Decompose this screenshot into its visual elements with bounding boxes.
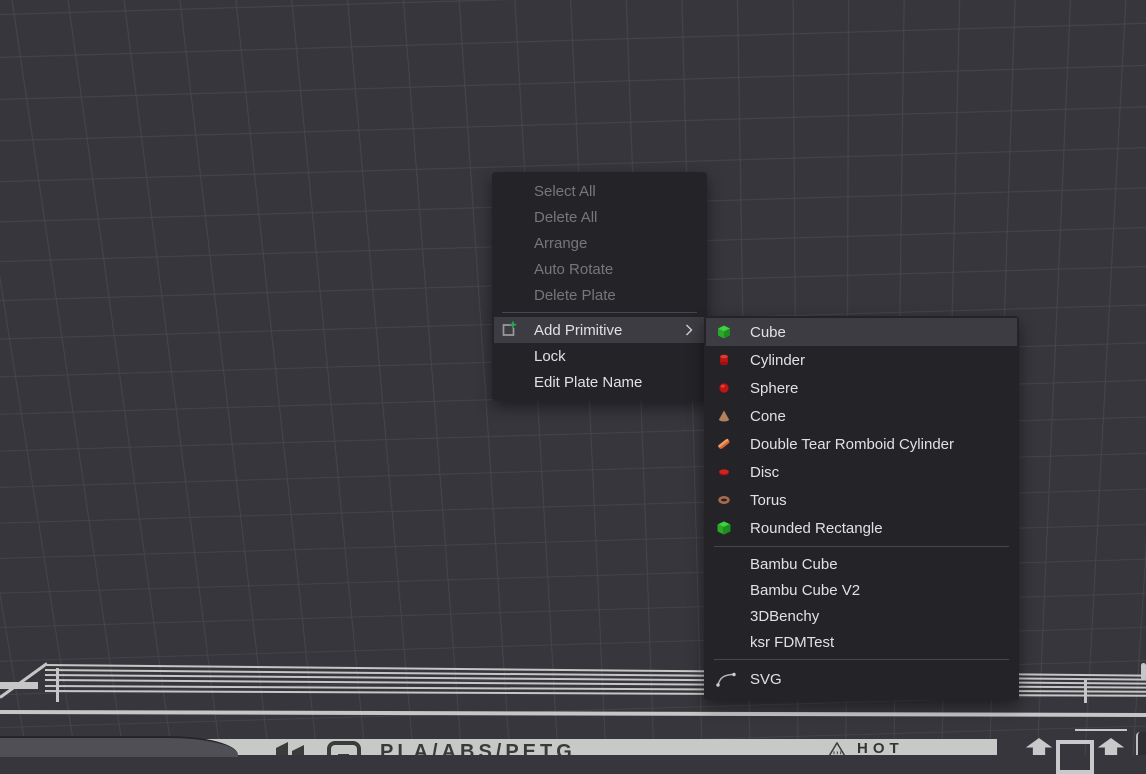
- submenu-separator: [714, 659, 1009, 660]
- submenu-item-rounded-rectangle[interactable]: Rounded Rectangle: [704, 514, 1019, 542]
- plate-material-label: PLA/ABS/PETG: [380, 742, 576, 755]
- submenu-item-ksr-fdmtest[interactable]: ksr FDMTest: [704, 629, 1019, 655]
- submenu-item-3dbenchy[interactable]: 3DBenchy: [704, 603, 1019, 629]
- plate-edge-left-stub: [0, 682, 38, 689]
- plate-edge-tick: [56, 668, 59, 702]
- hot-warning-icon: [825, 741, 849, 755]
- submenu-item-label: Double Tear Romboid Cylinder: [750, 436, 954, 453]
- menu-item-delete-plate[interactable]: Delete Plate: [492, 282, 707, 308]
- plate-label-strip: PLA/ABS/PETG HOT: [205, 739, 997, 755]
- cone-icon: [717, 409, 731, 423]
- submenu-item-double-tear-romboid-cylinder[interactable]: Double Tear Romboid Cylinder: [704, 430, 1019, 458]
- plate-badge-icon: [327, 741, 361, 755]
- submenu-item-label: Sphere: [750, 380, 798, 397]
- submenu-item-label: Rounded Rectangle: [750, 520, 883, 537]
- menu-item-delete-all[interactable]: Delete All: [492, 204, 707, 230]
- add-primitive-icon: [498, 320, 518, 340]
- arrow-up-icon: [1024, 738, 1054, 755]
- menu-item-auto-rotate[interactable]: Auto Rotate: [492, 256, 707, 282]
- plate-edge-right-cap: [1141, 663, 1146, 680]
- menu-item-select-all[interactable]: Select All: [492, 178, 707, 204]
- submenu-item-torus[interactable]: Torus: [704, 486, 1019, 514]
- submenu-item-disc[interactable]: Disc: [704, 458, 1019, 486]
- menu-item-label: Delete All: [534, 209, 597, 226]
- submenu-item-svg[interactable]: SVG: [704, 664, 1019, 694]
- menu-item-lock[interactable]: Lock: [492, 343, 707, 369]
- submenu-item-bambu-cube[interactable]: Bambu Cube: [704, 551, 1019, 577]
- bambu-logo-icon: [275, 741, 305, 755]
- hot-label: HOT: [857, 741, 904, 755]
- add-primitive-submenu: Cube Cylinder Sphere Cone Double Tear R: [704, 316, 1019, 700]
- submenu-item-label: Cylinder: [750, 352, 805, 369]
- sphere-icon: [717, 381, 731, 395]
- double-tear-romboid-cylinder-icon: [717, 437, 731, 451]
- torus-icon: [717, 493, 731, 507]
- submenu-item-cone[interactable]: Cone: [704, 402, 1019, 430]
- submenu-item-label: Torus: [750, 492, 787, 509]
- menu-item-label: Delete Plate: [534, 287, 616, 304]
- menu-item-add-primitive[interactable]: Add Primitive: [494, 317, 705, 343]
- menu-item-label: Arrange: [534, 235, 587, 252]
- submenu-item-bambu-cube-v2[interactable]: Bambu Cube V2: [704, 577, 1019, 603]
- submenu-item-label: SVG: [750, 671, 782, 688]
- menu-item-label: Add Primitive: [534, 322, 622, 339]
- chevron-right-icon: [685, 324, 693, 336]
- rectangle-outline-icon: [1056, 740, 1094, 774]
- menu-item-label: Auto Rotate: [534, 261, 613, 278]
- plate-context-menu: Select All Delete All Arrange Auto Rotat…: [492, 172, 707, 401]
- menu-item-arrange[interactable]: Arrange: [492, 230, 707, 256]
- cylinder-icon: [717, 353, 731, 367]
- submenu-item-label: Bambu Cube V2: [750, 582, 860, 599]
- menu-item-label: Select All: [534, 183, 596, 200]
- submenu-separator: [714, 546, 1009, 547]
- svg-curve-icon: [715, 670, 737, 688]
- submenu-item-label: ksr FDMTest: [750, 634, 834, 651]
- menu-item-edit-plate-name[interactable]: Edit Plate Name: [492, 369, 707, 395]
- submenu-item-label: Disc: [750, 464, 779, 481]
- cube-icon: [717, 325, 731, 339]
- menu-separator: [502, 312, 697, 313]
- submenu-item-sphere[interactable]: Sphere: [704, 374, 1019, 402]
- disc-icon: [717, 465, 731, 479]
- submenu-item-label: 3DBenchy: [750, 608, 819, 625]
- menu-item-label: Edit Plate Name: [534, 374, 642, 391]
- plate-right-tab: [1136, 732, 1146, 755]
- plate-edge-thin-segment: [1075, 729, 1127, 731]
- submenu-item-label: Cone: [750, 408, 786, 425]
- plate-edge-bracket: [1084, 679, 1087, 703]
- rounded-rectangle-icon: [717, 521, 731, 535]
- arrow-up-icon: [1096, 738, 1126, 755]
- submenu-item-label: Cube: [750, 324, 786, 341]
- plate-handle-tab: [0, 736, 238, 757]
- submenu-item-cylinder[interactable]: Cylinder: [704, 346, 1019, 374]
- menu-item-label: Lock: [534, 348, 566, 365]
- submenu-item-label: Bambu Cube: [750, 556, 838, 573]
- submenu-item-cube[interactable]: Cube: [706, 318, 1017, 346]
